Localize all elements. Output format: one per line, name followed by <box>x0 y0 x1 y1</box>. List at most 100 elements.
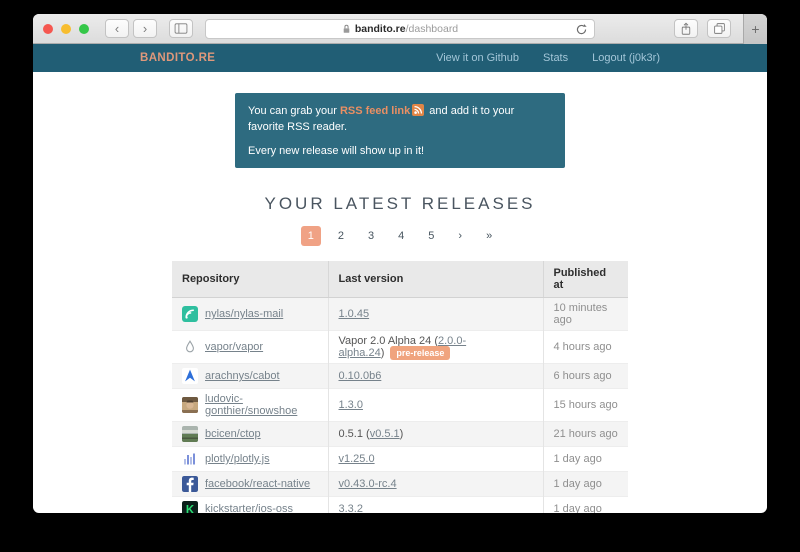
vapor-logo <box>182 339 198 355</box>
repository-cell: bcicen/ctop <box>172 422 328 447</box>
sidebar-toggle-button[interactable] <box>169 19 193 38</box>
table-header-row: Repository Last version Published at <box>172 261 628 298</box>
browser-window: ‹ › bandito.re/dashboard + BA <box>33 14 767 513</box>
table-row: arachnys/cabot 0.10.0b6 6 hours ago <box>172 364 628 389</box>
version-cell: Vapor 2.0 Alpha 24 (2.0.0-alpha.24)pre-r… <box>328 331 543 364</box>
repo-link[interactable]: arachnys/cabot <box>205 370 280 382</box>
table-row: bcicen/ctop0.5.1 (v0.5.1)21 hours ago <box>172 422 628 447</box>
pagination: 12345 › » <box>33 226 767 246</box>
repo-link[interactable]: kickstarter/ios-oss <box>205 503 293 513</box>
version-cell: v1.25.0 <box>328 447 543 472</box>
table-row: vapor/vapor Vapor 2.0 Alpha 24 (2.0.0-alp… <box>172 331 628 364</box>
published-at-cell: 1 day ago <box>543 497 628 514</box>
published-at-cell: 10 minutes ago <box>543 298 628 331</box>
version-link[interactable]: 3.3.2 <box>339 503 363 513</box>
nav-link-logout[interactable]: Logout (j0k3r) <box>592 52 660 64</box>
snowshoe-avatar <box>182 397 198 413</box>
kickstarter-logo: K <box>182 501 198 513</box>
published-at-cell: 21 hours ago <box>543 422 628 447</box>
column-header-repository: Repository <box>172 261 328 298</box>
repo-link[interactable]: vapor/vapor <box>205 341 263 353</box>
new-tab-button[interactable]: + <box>743 14 767 44</box>
page-button-5[interactable]: 5 <box>421 226 441 246</box>
repository-cell: ludovic-gonthier/snowshoe <box>172 389 328 422</box>
table-row: plotly/plotly.js v1.25.0 1 day ago <box>172 447 628 472</box>
table-row: nylas/nylas-mail 1.0.45 10 minutes ago <box>172 298 628 331</box>
repository-cell: arachnys/cabot <box>172 364 328 389</box>
version-cell: 3.3.2 <box>328 497 543 514</box>
pre-release-badge: pre-release <box>390 346 450 360</box>
brand-logo[interactable]: BANDITO.RE <box>140 52 215 64</box>
page-title: YOUR LATEST RELEASES <box>33 194 767 214</box>
repository-cell: plotly/plotly.js <box>172 447 328 472</box>
share-button[interactable] <box>674 19 698 38</box>
version-cell: 1.3.0 <box>328 389 543 422</box>
repository-cell: facebook/react-native <box>172 472 328 497</box>
page-button-4[interactable]: 4 <box>391 226 411 246</box>
repo-link[interactable]: nylas/nylas-mail <box>205 308 283 320</box>
minimize-window-button[interactable] <box>61 24 71 34</box>
version-link[interactable]: v1.25.0 <box>339 453 375 465</box>
version-cell: v0.43.0-rc.4 <box>328 472 543 497</box>
url-path: /dashboard <box>406 23 459 35</box>
repo-link[interactable]: facebook/react-native <box>205 478 310 490</box>
repository-cell: Kkickstarter/ios-oss <box>172 497 328 514</box>
published-at-cell: 15 hours ago <box>543 389 628 422</box>
nav-link-stats[interactable]: Stats <box>543 52 568 64</box>
lock-icon <box>342 24 351 34</box>
forward-button[interactable]: › <box>133 19 157 38</box>
published-at-cell: 6 hours ago <box>543 364 628 389</box>
version-text: ) <box>381 347 385 359</box>
nav-links: View it on Github Stats Logout (j0k3r) <box>412 52 660 64</box>
releases-table: Repository Last version Published at nyl… <box>172 261 628 513</box>
zoom-window-button[interactable] <box>79 24 89 34</box>
repository-cell: nylas/nylas-mail <box>172 298 328 331</box>
version-cell: 0.10.0b6 <box>328 364 543 389</box>
back-button[interactable]: ‹ <box>105 19 129 38</box>
table-row: Kkickstarter/ios-oss 3.3.2 1 day ago <box>172 497 628 514</box>
notice-text: You can grab your <box>248 105 340 117</box>
browser-chrome: ‹ › bandito.re/dashboard + <box>33 14 767 44</box>
page-button-1[interactable]: 1 <box>301 226 321 246</box>
page-button-3[interactable]: 3 <box>361 226 381 246</box>
repository-cell: vapor/vapor <box>172 331 328 364</box>
rss-icon[interactable] <box>412 104 424 120</box>
nav-link-github[interactable]: View it on Github <box>436 52 519 64</box>
cabot-logo <box>182 368 198 384</box>
published-at-cell: 1 day ago <box>543 447 628 472</box>
url-host: bandito.re <box>355 23 406 35</box>
version-link[interactable]: v0.43.0-rc.4 <box>339 478 397 490</box>
version-link[interactable]: 1.0.45 <box>339 308 370 320</box>
releases-table-body: nylas/nylas-mail1.0.4510 minutes agovapo… <box>172 298 628 514</box>
table-row: facebook/react-nativev0.43.0-rc.41 day a… <box>172 472 628 497</box>
close-window-button[interactable] <box>43 24 53 34</box>
next-page-button[interactable]: › <box>451 226 469 246</box>
plotly-logo <box>182 451 198 467</box>
version-text: 0.5.1 ( <box>339 428 370 440</box>
last-page-button[interactable]: » <box>479 226 499 246</box>
ctop-avatar <box>182 426 198 442</box>
repo-link[interactable]: ludovic-gonthier/snowshoe <box>205 393 318 417</box>
rss-notice-line1: You can grab your RSS feed link and add … <box>248 104 552 134</box>
page-button-2[interactable]: 2 <box>331 226 351 246</box>
address-bar[interactable]: bandito.re/dashboard <box>205 19 595 39</box>
tabs-icon <box>713 22 726 35</box>
share-icon <box>680 22 692 36</box>
repo-link[interactable]: plotly/plotly.js <box>205 453 270 465</box>
column-header-published-at: Published at <box>543 261 628 298</box>
repo-link[interactable]: bcicen/ctop <box>205 428 261 440</box>
refresh-button[interactable] <box>575 23 588 36</box>
version-link[interactable]: v0.5.1 <box>370 428 400 440</box>
column-header-last-version: Last version <box>328 261 543 298</box>
facebook-logo <box>182 476 198 492</box>
window-controls <box>43 24 89 34</box>
nylas-logo <box>182 306 198 322</box>
rss-notice: You can grab your RSS feed link and add … <box>235 93 565 168</box>
rss-notice-line2: Every new release will show up in it! <box>248 144 552 158</box>
show-tabs-button[interactable] <box>707 19 731 38</box>
version-link[interactable]: 1.3.0 <box>339 399 363 411</box>
svg-text:K: K <box>186 504 195 513</box>
version-link[interactable]: 0.10.0b6 <box>339 370 382 382</box>
version-cell: 1.0.45 <box>328 298 543 331</box>
rss-feed-link[interactable]: RSS feed link <box>340 105 410 117</box>
